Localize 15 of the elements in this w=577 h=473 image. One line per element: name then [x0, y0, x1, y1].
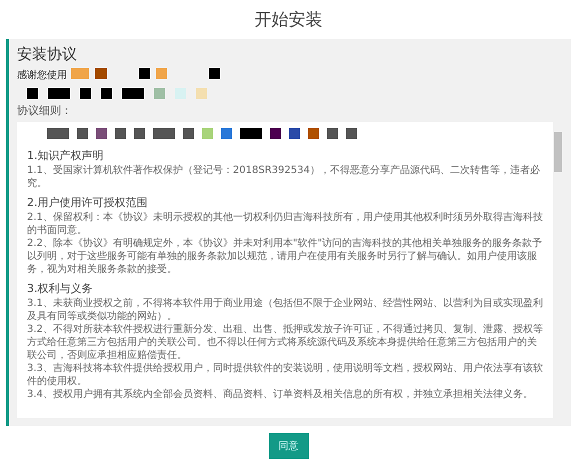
clause-text: 2.1、保留权利：本《协议》未明示授权的其他一切权利仍归吉海科技所有，用户使用其他权利时须另外取得吉海科技的书面同意。 — [27, 211, 544, 237]
clause-text: 3.1、未获商业授权之前，不得将本软件用于商业用途（包括但不限于企业网站、经营性网站、以营利为目或实现盈利及具有同等或类似功能的网站）。 — [27, 297, 544, 323]
details-label: 协议细则： — [17, 103, 73, 118]
clause-text: 3.3、吉海科技将本软件提供给授权用户，同时提供软件的安装说明，使用说明等文档，授权网站、用户依法享有该软件的使用权。 — [27, 362, 544, 388]
clause-text: 2.2、除本《协议》有明确规定外，本《协议》并未对利用本"软件"访问的吉海科技的其他相关单独服务的服务条款予以列明，对于这些服务可能有单独的服务条款加以规范，请用户在使用有关服务时另行了解与确认。如用户使用该服务，视为对相关服务条款的接受。 — [27, 237, 544, 276]
page-title: 开始安装 — [254, 9, 322, 31]
section-heading: 1.知识产权声明 — [27, 148, 104, 163]
section-heading: 2.用户使用许可授权范围 — [27, 195, 148, 210]
section-heading: 3.权利与义务 — [27, 281, 94, 296]
panel-heading: 安装协议 — [17, 45, 78, 64]
clause-text: 3.4、授权用户拥有其系统内全部会员资料、商品资料、订单资料及相关信息的所有权，并独立承担相关法律义务。 — [27, 388, 534, 401]
agree-button[interactable]: 同意 — [268, 433, 308, 459]
clause-text: 1.1、受国家计算机软件著作权保护（登记号：2018SR392534），不得恶意分享产品源代码、二次转售等，违者必究。 — [27, 164, 541, 190]
intro-text: 感谢您使用 — [17, 68, 67, 82]
clause-text: 3.2、不得对所获本软件授权进行重新分发、出租、出售、抵押或发放子许可证，不得通过拷贝、复制、泄露、授权等方式给任意第三方包括用户的关联公司。也不得以任何方式将系统源代码及系统本身提供给任意第三方包括用户的关联公司，否则应承担相应赔偿责任。 — [27, 323, 544, 362]
